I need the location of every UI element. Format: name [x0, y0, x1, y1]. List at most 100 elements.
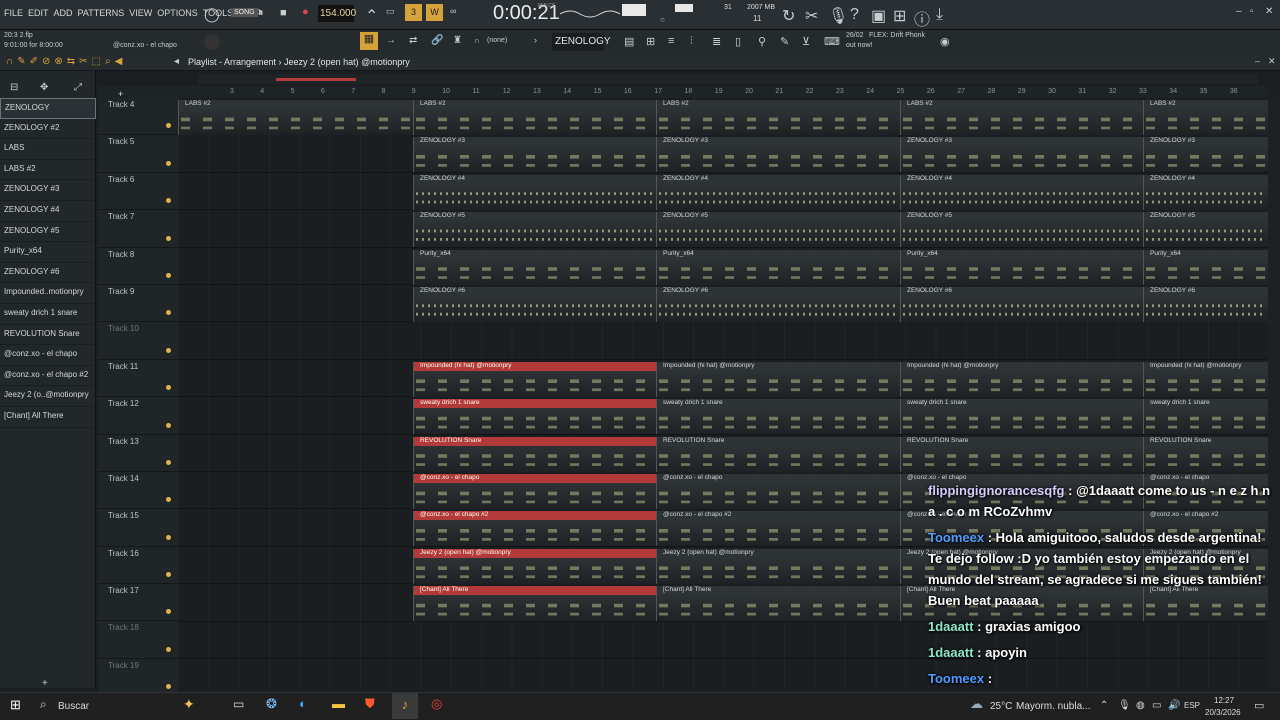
pattern-clip[interactable]: ZENOLOGY #3 [413, 137, 656, 173]
pin-icon[interactable]: ✎ [780, 35, 789, 48]
track-row[interactable]: LABS #2 LABS #2 LABS #2 LABS #2 LABS #2 [178, 98, 1268, 136]
weather-desc[interactable]: Mayorm. nubla... [1016, 701, 1090, 712]
pattern-clip[interactable]: ZENOLOGY #4 [900, 174, 1143, 210]
track-row[interactable]: ZENOLOGY #5 ZENOLOGY #5 ZENOLOGY #5 ZENOLOG… [178, 210, 1268, 248]
pattern-clip[interactable]: LABS #2 [1143, 100, 1268, 135]
clipboard-icon[interactable]: ▯ [735, 35, 741, 48]
picker-item[interactable]: sweaty drich 1 snare [0, 304, 96, 325]
pattern-clip[interactable]: [Chant] All There [413, 586, 656, 622]
news-title[interactable]: FLEX: Drift Phonk [869, 32, 925, 39]
slice-icon[interactable]: ✂ [79, 56, 87, 70]
track-header-item[interactable]: Track 11 [98, 359, 178, 398]
clock-time[interactable]: 12:27 [1214, 696, 1234, 705]
stamp-icon[interactable]: ♜ [453, 35, 462, 46]
info-icon[interactable]: ⓘ [914, 6, 930, 30]
snap-icon[interactable]: ∩ [474, 36, 480, 45]
pattern-clip[interactable]: ZENOLOGY #6 [1143, 287, 1268, 322]
microphone-icon[interactable]: 🎙 [828, 6, 848, 26]
picker-item[interactable]: LABS [0, 139, 96, 160]
pattern-clip[interactable]: sweaty drich 1 snare [656, 399, 900, 435]
tempo-display[interactable]: 154.000 [318, 5, 356, 22]
pause-icon[interactable]: ⏸ [258, 7, 264, 20]
weather-temp[interactable]: 25°C [990, 701, 1012, 712]
track-mute-led[interactable] [166, 347, 171, 353]
pattern-clip[interactable]: REVOLUTION Snare [413, 436, 656, 472]
track-row[interactable]: ZENOLOGY #3 ZENOLOGY #3 ZENOLOGY #3 ZENOLOG… [178, 135, 1268, 173]
close-icon[interactable]: ✕ [1265, 6, 1273, 17]
track-row[interactable]: sweaty drich 1 snare sweaty drich 1 snare… [178, 397, 1268, 435]
track-header-item[interactable]: Track 16 [98, 546, 178, 585]
track-header-item[interactable]: Track 12 [98, 397, 178, 435]
picker-pattern-icon[interactable]: ⊟ [10, 82, 18, 93]
track-header-item[interactable]: Track 13 [98, 434, 178, 472]
menu-item-edit[interactable]: EDIT [28, 8, 49, 18]
browser-icon[interactable]: ≣ [712, 35, 721, 48]
track-header-item[interactable]: Track 4 [98, 98, 178, 136]
channel-rack-icon[interactable]: ⊞ [646, 35, 655, 48]
playlist-close-icon[interactable]: ✕ [1268, 56, 1276, 67]
pattern-clip[interactable]: ZENOLOGY #5 [656, 212, 900, 248]
copilot-icon[interactable]: ❂ [266, 696, 277, 712]
pattern-clip[interactable]: Impounded (hi hat) @motionpry [656, 361, 900, 397]
search-icon[interactable]: ⌕ [40, 697, 47, 712]
save-icon[interactable]: ▣ [871, 6, 886, 26]
pattern-clip[interactable]: LABS #2 [900, 100, 1143, 135]
pattern-clip[interactable]: ZENOLOGY #4 [413, 174, 656, 210]
delete-icon[interactable]: ⊘ [42, 56, 50, 70]
pattern-clip[interactable]: Jeezy 2 (open hat) @motionpry [413, 548, 656, 584]
cart-icon[interactable]: ⊻ [802, 35, 810, 48]
picker-automation-icon[interactable]: ⤢ [74, 82, 82, 93]
picker-item[interactable]: ZENOLOGY #5 [0, 222, 96, 243]
track-mute-led[interactable] [166, 235, 171, 241]
track-mute-led[interactable] [166, 572, 171, 578]
track-mute-led[interactable] [166, 646, 171, 652]
picker-item[interactable]: ZENOLOGY #3 [0, 180, 96, 201]
chat-username[interactable]: 1daaatt [928, 645, 974, 660]
pattern-clip[interactable]: LABS #2 [178, 100, 413, 135]
refresh-icon[interactable]: ↻ [782, 6, 795, 26]
tray-volume-icon[interactable]: 🔊 [1168, 700, 1180, 711]
maximize-icon[interactable]: ▫ [1250, 6, 1254, 17]
pattern-clip[interactable]: ZENOLOGY #4 [656, 174, 900, 210]
track-header-item[interactable]: Track 9 [98, 284, 178, 323]
horizontal-scrollbar[interactable] [198, 74, 1258, 84]
download-icon[interactable]: ⤓ [936, 6, 943, 24]
metronome-icon[interactable]: ⌃ [365, 6, 378, 26]
brave-icon[interactable]: ⛊ [365, 696, 375, 712]
draw-icon[interactable]: ✎ [17, 56, 25, 70]
chat-username[interactable]: Toomeex [928, 530, 984, 545]
pattern-clip[interactable]: Purity_x64 [413, 249, 656, 285]
faders-icon[interactable]: ⫶ [690, 35, 693, 48]
tray-network-icon[interactable]: ▭ [1152, 700, 1161, 711]
pattern-clip[interactable]: ZENOLOGY #6 [656, 287, 900, 322]
track-header-item[interactable]: Track 17 [98, 584, 178, 622]
menu-item-options[interactable]: OPTIONS [157, 8, 198, 18]
track-mute-led[interactable] [166, 272, 171, 278]
obs-icon[interactable]: ◎ [431, 696, 442, 712]
playback-icon[interactable]: ◀ [115, 56, 123, 70]
pattern-clip[interactable]: Purity_x64 [900, 249, 1143, 285]
track-mute-led[interactable] [166, 497, 171, 503]
pattern-clip[interactable]: ZENOLOGY #3 [900, 137, 1143, 173]
edge-icon[interactable]: ◐ [299, 696, 307, 711]
song-mode-toggle[interactable]: SONG [231, 8, 258, 17]
track-header-item[interactable]: Track 6 [98, 172, 178, 211]
link-icon[interactable]: 🔗 [431, 35, 443, 46]
pattern-clip[interactable]: REVOLUTION Snare [1143, 436, 1268, 472]
pattern-arrow-icon[interactable]: › [534, 35, 537, 45]
pattern-clip[interactable]: sweaty drich 1 snare [413, 399, 656, 435]
menu-item-patterns[interactable]: PATTERNS [78, 8, 125, 18]
chat-username[interactable]: flippingignorancesqfg [928, 483, 1065, 498]
plug-icon[interactable]: ⚲ [758, 35, 766, 48]
select-icon[interactable]: ⬚ [92, 56, 101, 70]
track-header-item[interactable]: Track 10 [98, 322, 178, 360]
track-row[interactable]: Impounded (hi hat) @motionpry Impounded (… [178, 360, 1268, 398]
track-mute-led[interactable] [166, 123, 171, 129]
play-mode-icon[interactable]: ◯ [204, 6, 220, 23]
pattern-clip[interactable]: ZENOLOGY #5 [413, 212, 656, 248]
menu-item-file[interactable]: FILE [4, 8, 23, 18]
pattern-clip[interactable]: ZENOLOGY #6 [900, 287, 1143, 322]
track-mute-led[interactable] [166, 459, 171, 465]
playlist-minimize-icon[interactable]: – [1255, 56, 1260, 66]
pattern-clip[interactable]: Purity_x64 [1143, 249, 1268, 285]
